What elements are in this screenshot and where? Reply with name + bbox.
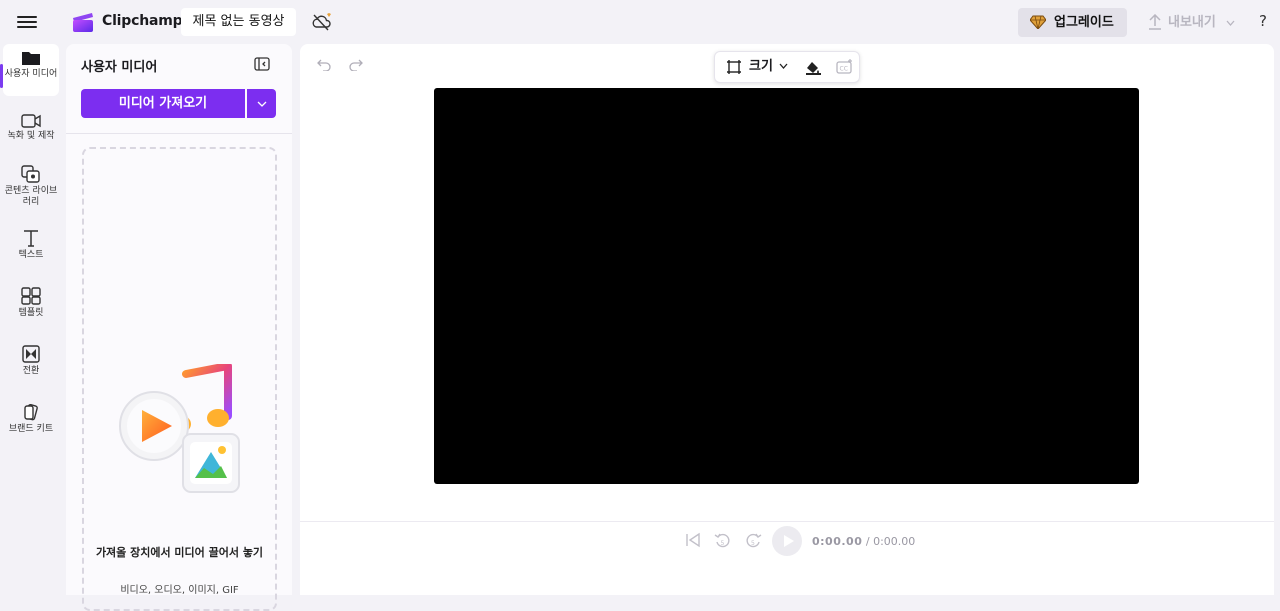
menu-icon[interactable] <box>17 13 37 31</box>
help-button[interactable]: ? <box>1259 12 1267 30</box>
import-media-button[interactable]: 미디어 가져오기 <box>81 89 245 118</box>
rail-item-your-media[interactable]: 사용자 미디어 <box>3 44 59 96</box>
upload-icon <box>1149 14 1161 30</box>
rail-item-templates[interactable]: 템플릿 <box>3 287 59 319</box>
forward-5s-icon[interactable]: 5 <box>744 532 762 550</box>
rail-item-label: 전환 <box>22 366 40 376</box>
rail-item-record[interactable]: 녹화 및 제작 <box>3 114 59 142</box>
redo-icon[interactable] <box>349 59 363 71</box>
rail-item-text[interactable]: 텍스트 <box>3 229 59 261</box>
divider <box>66 133 292 134</box>
video-camera-icon <box>21 114 41 128</box>
canvas-toolbar: 크기 CC <box>714 51 860 83</box>
text-icon <box>24 230 38 247</box>
aspect-ratio-icon[interactable] <box>727 60 741 74</box>
folder-icon <box>22 52 40 65</box>
undo-icon[interactable] <box>317 59 331 71</box>
import-options-dropdown[interactable] <box>247 89 276 118</box>
background-color-icon[interactable] <box>805 59 822 75</box>
rail-item-transitions[interactable]: 전환 <box>3 345 59 377</box>
diamond-icon <box>1030 15 1046 29</box>
cloud-sync-off-icon[interactable] <box>311 12 333 32</box>
left-rail: 사용자 미디어 녹화 및 제작 콘텐츠 라이브러리 텍스트 템플릿 전환 브랜드… <box>0 44 62 595</box>
video-preview[interactable] <box>434 88 1139 484</box>
divider <box>300 521 1274 522</box>
rail-item-label: 녹화 및 제작 <box>7 131 55 141</box>
brand-name: Clipchamp <box>102 13 183 29</box>
media-panel: 사용자 미디어 미디어 가져오기 가져올 장치에서 미디어 끌어서 놓기 비디오… <box>66 44 292 611</box>
skip-to-start-icon[interactable] <box>685 532 701 548</box>
rail-item-label: 브랜드 키트 <box>8 424 54 434</box>
upgrade-label: 업그레이드 <box>1054 15 1114 30</box>
brand-kit-icon <box>24 403 38 421</box>
svg-text:5: 5 <box>721 540 725 547</box>
clipchamp-logo-icon <box>73 13 93 32</box>
export-label: 내보내기 <box>1168 15 1216 30</box>
panel-title: 사용자 미디어 <box>81 60 158 75</box>
content-library-icon <box>21 165 40 183</box>
svg-text:5: 5 <box>751 540 755 547</box>
export-button[interactable]: 내보내기 <box>1148 8 1236 37</box>
dropzone-instructions: 가져올 장치에서 미디어 끌어서 놓기 <box>95 546 264 559</box>
rail-item-label: 텍스트 <box>18 250 44 260</box>
top-bar: Clipchamp 제목 없는 동영상 업그레이드 내보내기 ? <box>0 0 1280 44</box>
rail-item-label: 사용자 미디어 <box>4 69 58 79</box>
rail-item-label: 템플릿 <box>18 308 44 318</box>
play-icon <box>784 535 794 547</box>
captions-icon: CC <box>836 59 852 74</box>
media-illustration-icon <box>119 364 240 493</box>
transitions-icon <box>22 345 40 363</box>
time-separator: / <box>865 535 870 548</box>
rail-item-label: 콘텐츠 라이브러리 <box>4 186 58 207</box>
templates-icon <box>21 287 41 305</box>
preview-stage: 크기 CC 5 5 0:00.00 / 0:00.00 <box>300 44 1274 595</box>
svg-text:CC: CC <box>840 66 848 73</box>
chevron-down-icon[interactable] <box>779 63 788 69</box>
total-time: 0:00.00 <box>873 535 916 548</box>
playback-time: 0:00.00 / 0:00.00 <box>812 535 915 548</box>
media-dropzone[interactable]: 가져올 장치에서 미디어 끌어서 놓기 비디오, 오디오, 이미지, GIF <box>82 147 277 611</box>
size-button[interactable]: 크기 <box>749 52 773 82</box>
supported-formats: 비디오, 오디오, 이미지, GIF <box>120 585 239 596</box>
chevron-down-icon <box>257 101 267 107</box>
upgrade-button[interactable]: 업그레이드 <box>1018 8 1127 37</box>
current-time: 0:00.00 <box>812 535 863 548</box>
rail-item-brand-kit[interactable]: 브랜드 키트 <box>3 403 59 435</box>
play-button[interactable] <box>772 526 802 556</box>
rewind-5s-icon[interactable]: 5 <box>714 532 732 550</box>
rail-item-content-library[interactable]: 콘텐츠 라이브러리 <box>3 165 59 208</box>
project-title[interactable]: 제목 없는 동영상 <box>181 8 296 36</box>
chevron-down-icon <box>1226 20 1235 26</box>
collapse-panel-icon[interactable] <box>254 57 270 71</box>
